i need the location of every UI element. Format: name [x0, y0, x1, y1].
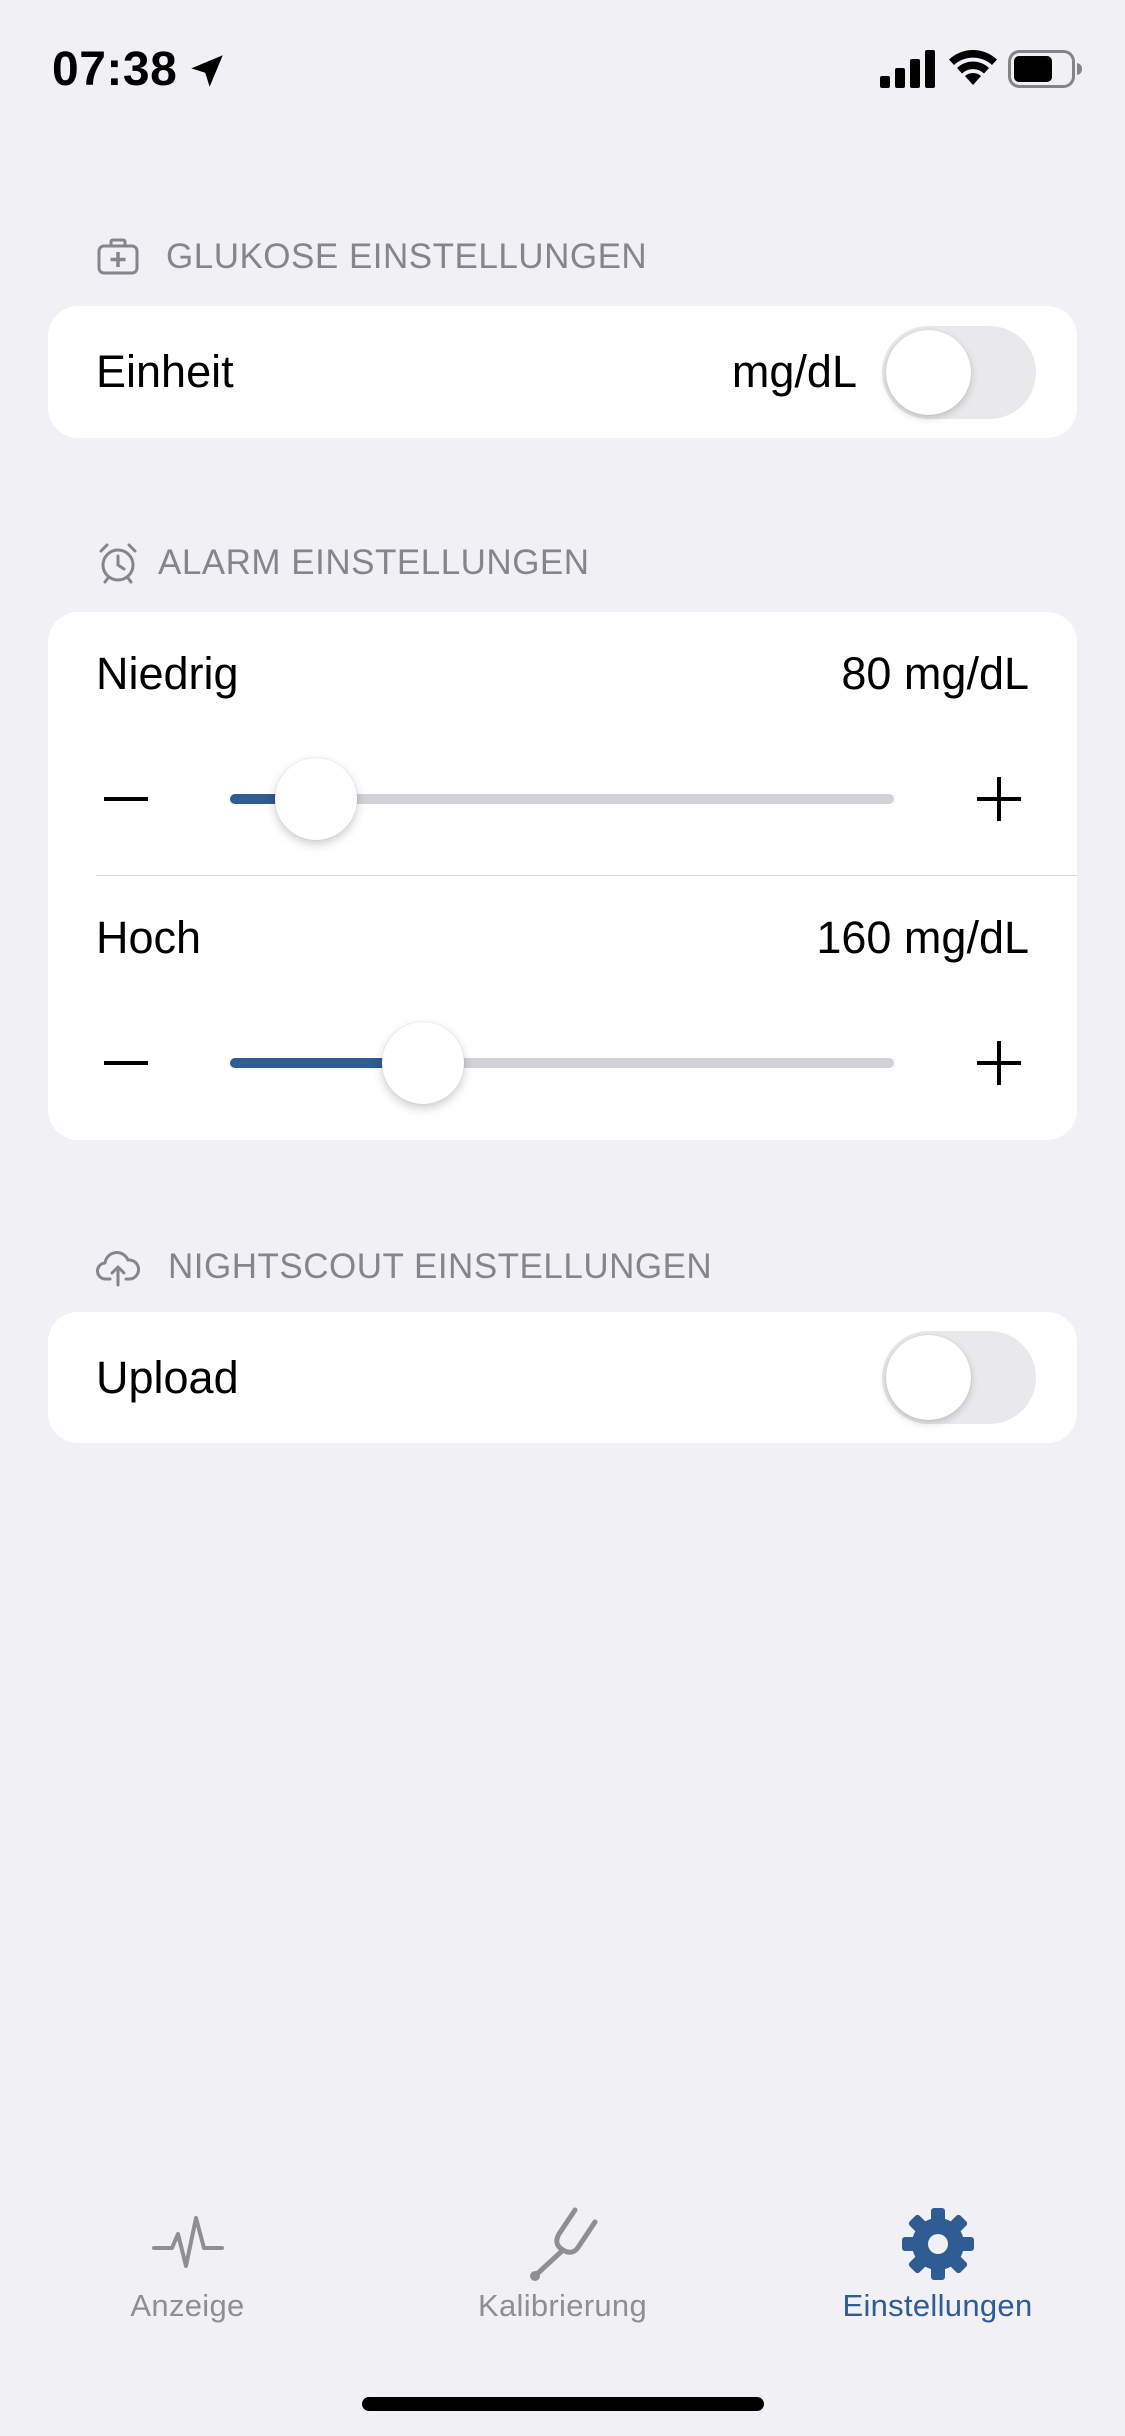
high-increment-button[interactable]: [964, 1028, 1034, 1098]
upload-label: Upload: [96, 1352, 239, 1403]
high-slider-thumb[interactable]: [382, 1022, 464, 1104]
nightscout-settings-card: Upload: [48, 1312, 1077, 1443]
plus-icon: [977, 777, 1021, 821]
alarm-divider: [96, 875, 1077, 876]
unit-toggle[interactable]: [882, 326, 1036, 419]
tab-bar: Anzeige Kalibrierung Einstellungen: [0, 2180, 1125, 2360]
tab-einstellungen[interactable]: Einstellungen: [750, 2180, 1125, 2340]
plus-icon: [977, 1041, 1021, 1085]
home-indicator: [362, 2397, 764, 2411]
low-alarm-slider[interactable]: [230, 754, 894, 844]
minus-icon: [104, 1061, 148, 1065]
low-slider-thumb[interactable]: [275, 758, 357, 840]
cellular-signal-icon: [880, 50, 935, 88]
low-increment-button[interactable]: [964, 764, 1034, 834]
glucose-section-header: GLUKOSE EINSTELLUNGEN: [96, 232, 647, 282]
glucose-section-title: GLUKOSE EINSTELLUNGEN: [166, 237, 648, 276]
alarm-clock-icon: [96, 541, 140, 585]
alarm-section-header: ALARM EINSTELLUNGEN: [96, 538, 590, 588]
tuning-fork-icon: [529, 2207, 597, 2281]
low-alarm-label: Niedrig: [96, 648, 239, 699]
medical-kit-icon: [96, 235, 140, 279]
cloud-upload-icon: [96, 1245, 140, 1289]
high-decrement-button[interactable]: [91, 1028, 161, 1098]
high-alarm-slider[interactable]: [230, 1018, 894, 1108]
status-bar: 07:38: [0, 0, 1125, 140]
tab-anzeige-label: Anzeige: [130, 2288, 245, 2323]
unit-label: Einheit: [96, 346, 234, 397]
glucose-settings-card: Einheit mg/dL: [48, 306, 1077, 438]
location-arrow-icon: [191, 55, 223, 87]
nightscout-section-title: NIGHTSCOUT EINSTELLUNGEN: [168, 1247, 713, 1286]
high-alarm-label: Hoch: [96, 912, 202, 963]
tab-anzeige[interactable]: Anzeige: [0, 2180, 375, 2340]
tab-einstellungen-label: Einstellungen: [842, 2288, 1033, 2323]
gear-icon: [901, 2208, 974, 2280]
unit-value: mg/dL: [731, 346, 857, 397]
alarm-section-title: ALARM EINSTELLUNGEN: [158, 543, 590, 582]
tab-kalibrierung-label: Kalibrierung: [477, 2288, 648, 2323]
upload-toggle-knob: [886, 1335, 971, 1420]
battery-icon: [1008, 50, 1082, 88]
unit-toggle-knob: [886, 330, 971, 415]
alarm-settings-card: Niedrig 80 mg/dL Hoch 160 mg/dL: [48, 612, 1077, 1140]
waveform-icon: [151, 2216, 224, 2268]
minus-icon: [104, 797, 148, 801]
low-alarm-value: 80 mg/dL: [841, 648, 1029, 699]
nightscout-section-header: NIGHTSCOUT EINSTELLUNGEN: [96, 1242, 712, 1292]
low-decrement-button[interactable]: [91, 764, 161, 834]
tab-kalibrierung[interactable]: Kalibrierung: [375, 2180, 750, 2340]
high-alarm-value: 160 mg/dL: [816, 912, 1029, 963]
status-time: 07:38: [52, 43, 178, 96]
upload-toggle[interactable]: [882, 1331, 1036, 1424]
wifi-icon: [949, 49, 997, 85]
